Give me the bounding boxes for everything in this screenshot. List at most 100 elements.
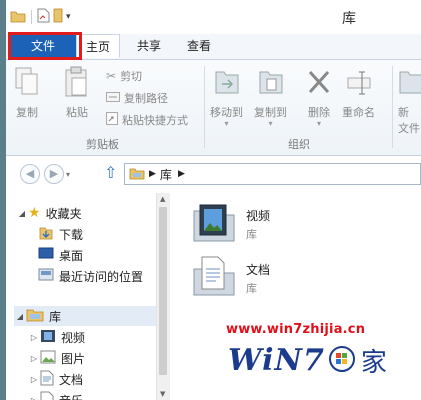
nav-favorites[interactable]: ◢ ★ 收藏夹	[16, 203, 82, 223]
nav-documents[interactable]: ▷ 文档	[28, 369, 83, 389]
up-button[interactable]: ⇧	[104, 164, 117, 182]
nav-pane-scrollbar[interactable]: ▲ ▼	[156, 193, 170, 400]
copy-to-dropdown-icon: ▾	[268, 119, 273, 128]
nav-libraries[interactable]: ◢ 库	[14, 306, 156, 326]
delete-label: 删除	[308, 106, 330, 119]
nav-documents-label: 文档	[59, 372, 84, 387]
nav-music[interactable]: ▷ 音乐	[28, 390, 83, 400]
move-to-dropdown-icon: ▾	[224, 119, 229, 128]
ribbon-home: 复制 粘贴 ✂ 剪切 复制路径 粘贴快捷方式 剪贴板 移动到 ▾ 复制到 ▾ 删…	[6, 60, 421, 156]
expand-icon[interactable]: ◢	[14, 312, 26, 321]
address-row: ◀ ▶ ▾ ⇧ ▶ 库 ▶	[6, 156, 421, 192]
ribbon-separator-2	[392, 66, 393, 148]
nav-desktop-label: 桌面	[59, 248, 84, 263]
windows-flag-icon	[328, 345, 355, 375]
paste-shortcut-label: 粘贴快捷方式	[122, 114, 188, 127]
documents-library-icon	[40, 370, 54, 389]
star-icon: ★	[28, 205, 41, 221]
new-folder-label-1: 新	[398, 106, 409, 119]
recent-places-icon	[38, 268, 54, 285]
new-folder-qat-icon[interactable]	[53, 8, 63, 26]
desktop-icon	[38, 247, 54, 264]
library-folder-icon	[129, 166, 145, 183]
customize-qat-dropdown-icon[interactable]: ▾	[66, 12, 71, 22]
new-folder-button[interactable]: 新 文件	[398, 66, 421, 136]
folder-icon[interactable]	[10, 9, 26, 26]
tab-share[interactable]: 共享	[126, 34, 172, 58]
tab-view[interactable]: 查看	[176, 34, 222, 58]
move-to-button[interactable]: 移动到 ▾	[210, 66, 243, 128]
nav-downloads[interactable]: 下载	[38, 224, 83, 244]
tab-file[interactable]: 文件	[10, 34, 76, 58]
library-item-documents-type: 库	[246, 282, 257, 295]
breadcrumb-separator-icon[interactable]: ▶	[149, 169, 156, 179]
cut-button[interactable]: ✂ 剪切	[106, 68, 142, 84]
ribbon-separator	[204, 66, 205, 148]
library-item-videos-name: 视频	[246, 209, 271, 223]
copy-icon	[14, 66, 40, 101]
collapsed-icon[interactable]: ▷	[28, 375, 40, 384]
downloads-icon	[38, 225, 54, 244]
nav-recent-label: 最近访问的位置	[59, 269, 144, 284]
back-button[interactable]: ◀	[20, 164, 40, 184]
nav-libraries-label: 库	[49, 309, 62, 324]
nav-downloads-label: 下载	[59, 227, 84, 242]
copy-button[interactable]: 复制	[14, 66, 40, 120]
breadcrumb-libraries[interactable]: 库	[160, 166, 172, 183]
title-bar: ▾ 库	[6, 0, 421, 35]
collapsed-icon[interactable]: ▷	[28, 396, 40, 400]
copy-label: 复制	[16, 106, 38, 119]
rename-button[interactable]: 重命名	[342, 66, 375, 120]
pictures-library-icon	[40, 350, 56, 367]
copy-path-button[interactable]: 复制路径	[106, 90, 168, 106]
navigation-pane: ◢ ★ 收藏夹 下载 桌面 最近访问的位置 ◢ 库 ▷ 视频 ▷ 图片 ▷ 文档…	[6, 193, 168, 400]
delete-button[interactable]: 删除 ▾	[306, 66, 332, 128]
nav-desktop[interactable]: 桌面	[38, 245, 83, 265]
scissors-icon: ✂	[106, 69, 117, 83]
collapsed-icon[interactable]: ▷	[28, 354, 40, 363]
nav-recent-places[interactable]: 最近访问的位置	[38, 266, 143, 286]
window-title: 库	[342, 11, 356, 27]
nav-music-label: 音乐	[59, 392, 83, 400]
paste-button[interactable]: 粘贴	[64, 66, 90, 120]
library-item-documents[interactable]: 文档 库	[190, 255, 270, 302]
libraries-icon	[26, 307, 44, 325]
nav-videos[interactable]: ▷ 视频	[28, 327, 85, 347]
scroll-down-arrow-icon[interactable]: ▼	[160, 390, 165, 398]
organize-group-label: 组织	[288, 138, 310, 151]
recent-locations-dropdown-icon[interactable]: ▾	[66, 170, 70, 179]
qat-separator	[31, 10, 32, 24]
expand-icon[interactable]: ◢	[16, 209, 28, 218]
quick-access-toolbar: ▾	[10, 8, 71, 26]
copy-to-icon	[256, 66, 286, 101]
nav-pictures-label: 图片	[61, 351, 86, 366]
nav-favorites-label: 收藏夹	[45, 206, 82, 221]
nav-pictures[interactable]: ▷ 图片	[28, 348, 85, 368]
tab-home[interactable]: 主页	[76, 34, 120, 58]
paste-shortcut-button[interactable]: 粘贴快捷方式	[106, 112, 188, 128]
copy-to-label: 复制到	[254, 106, 287, 119]
scroll-up-arrow-icon[interactable]: ▲	[160, 195, 165, 203]
rename-icon	[346, 66, 372, 101]
breadcrumb-separator-icon[interactable]: ▶	[178, 169, 185, 179]
nav-videos-label: 视频	[61, 330, 86, 345]
move-to-label: 移动到	[210, 106, 243, 119]
ribbon-tab-bar: 文件 主页 共享 查看	[6, 34, 421, 60]
forward-button[interactable]: ▶	[44, 164, 64, 184]
library-item-videos[interactable]: 视频 库	[190, 201, 270, 248]
documents-library-large-icon	[190, 255, 238, 302]
music-library-icon	[40, 391, 54, 400]
rename-label: 重命名	[342, 106, 375, 119]
forward-arrow-icon: ▶	[49, 167, 59, 180]
new-folder-icon	[398, 66, 421, 101]
library-item-documents-name: 文档	[246, 263, 271, 277]
properties-icon[interactable]	[37, 8, 50, 26]
scrollbar-thumb[interactable]	[159, 207, 167, 375]
video-library-icon	[40, 329, 56, 346]
explorer-window: ▾ 库 文件 主页 共享 查看 复制 粘贴 ✂ 剪切 复制路径 粘贴快捷方式 剪…	[6, 0, 421, 400]
address-bar[interactable]: ▶ 库 ▶	[124, 163, 421, 185]
paste-label: 粘贴	[66, 106, 88, 119]
watermark-logo-suffix: 家	[360, 347, 387, 378]
collapsed-icon[interactable]: ▷	[28, 333, 40, 342]
copy-to-button[interactable]: 复制到 ▾	[254, 66, 287, 128]
